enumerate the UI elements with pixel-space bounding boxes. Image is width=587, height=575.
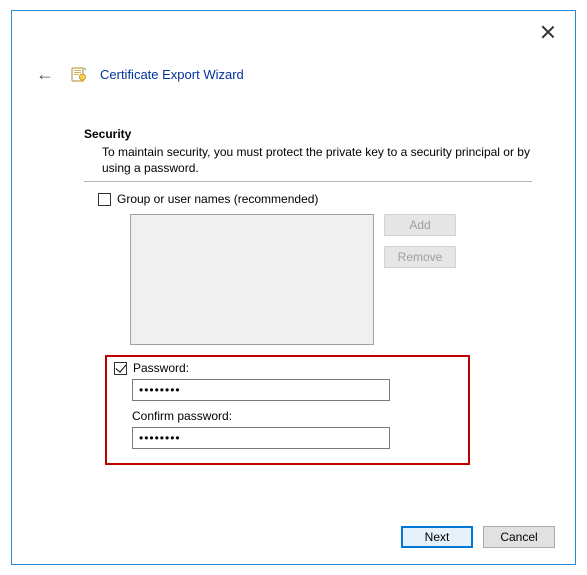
wizard-footer: Next Cancel	[12, 526, 575, 548]
wizard-window: ← Certificate Export Wizard Security To …	[11, 10, 576, 565]
back-arrow-icon[interactable]: ←	[32, 63, 58, 85]
content-area: Security To maintain security, you must …	[84, 127, 532, 345]
next-button[interactable]: Next	[401, 526, 473, 548]
password-checkbox[interactable]	[114, 362, 127, 375]
wizard-header: ← Certificate Export Wizard	[32, 63, 244, 85]
divider	[84, 181, 532, 182]
group-users-label: Group or user names (recommended)	[117, 192, 318, 206]
password-input[interactable]	[132, 379, 390, 401]
certificate-icon	[70, 65, 88, 83]
password-block: Password: Confirm password:	[114, 361, 454, 457]
group-users-checkbox[interactable]	[98, 193, 111, 206]
section-heading: Security	[84, 127, 532, 141]
section-description: To maintain security, you must protect t…	[102, 144, 532, 176]
password-label: Password:	[133, 361, 189, 375]
group-users-listbox[interactable]	[130, 214, 374, 345]
group-users-option[interactable]: Group or user names (recommended)	[98, 192, 532, 206]
confirm-password-input[interactable]	[132, 427, 390, 449]
group-users-buttons: Add Remove	[384, 214, 456, 345]
cancel-button[interactable]: Cancel	[483, 526, 555, 548]
password-option[interactable]: Password:	[114, 361, 454, 375]
group-users-area: Add Remove	[130, 214, 532, 345]
add-button: Add	[384, 214, 456, 236]
wizard-title: Certificate Export Wizard	[100, 67, 244, 82]
close-icon[interactable]	[541, 25, 555, 39]
confirm-password-label: Confirm password:	[132, 409, 454, 423]
remove-button: Remove	[384, 246, 456, 268]
